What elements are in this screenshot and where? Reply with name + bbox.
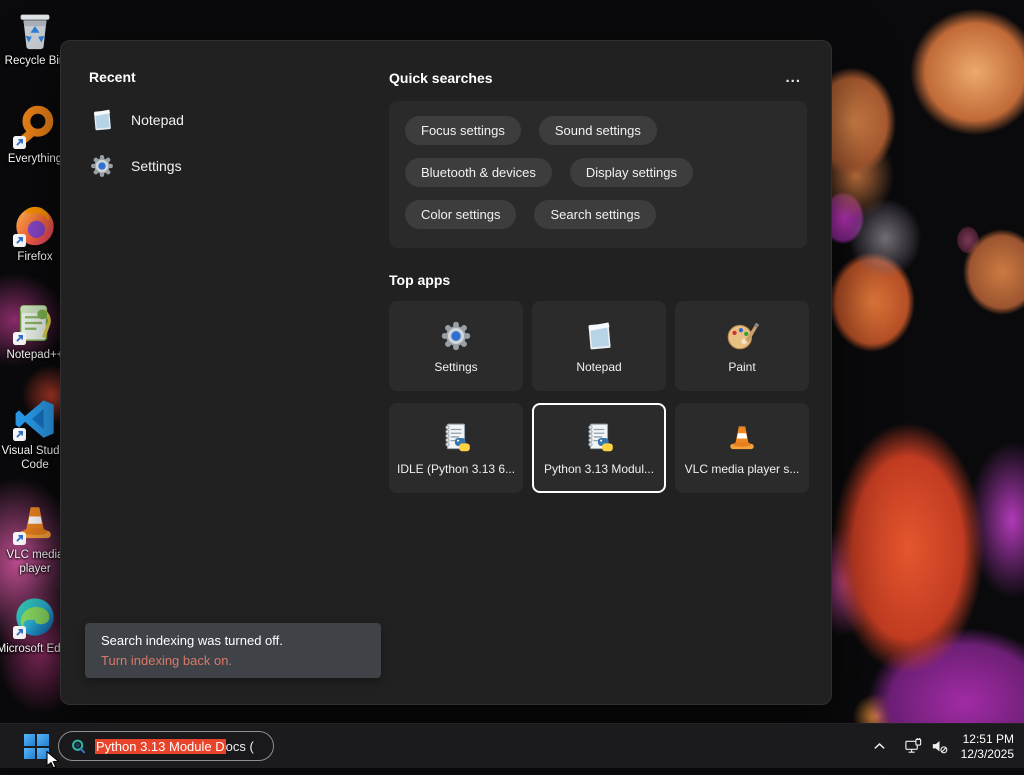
edge-icon [12, 594, 58, 640]
python-doc-icon [439, 421, 473, 455]
shortcut-arrow-icon [13, 428, 26, 441]
clock[interactable]: 12:51 PM 12/3/2025 [961, 732, 1014, 762]
top-app-tile-idle-python[interactable]: IDLE (Python 3.13 6... [389, 403, 523, 493]
search-icon [70, 738, 87, 755]
top-app-label: Paint [728, 359, 756, 374]
turn-indexing-on-link[interactable]: Turn indexing back on. [101, 653, 365, 668]
time-label: 12:51 PM [962, 731, 1014, 746]
top-app-tile-settings[interactable]: Settings [389, 301, 523, 391]
top-app-tile-notepad[interactable]: Notepad [532, 301, 666, 391]
top-app-label: IDLE (Python 3.13 6... [397, 461, 515, 476]
indexing-notice: Search indexing was turned off. Turn ind… [85, 623, 381, 678]
network-tray-button[interactable] [901, 733, 927, 761]
notepad-icon [582, 319, 616, 353]
recent-item-label: Notepad [131, 112, 184, 128]
shortcut-arrow-icon [13, 136, 26, 149]
vlc-cone-icon [725, 421, 759, 455]
quick-searches-title: Quick searches [389, 69, 493, 86]
quick-search-pill-focus-settings[interactable]: Focus settings [405, 116, 521, 145]
top-app-label: Settings [434, 359, 478, 374]
date-label: 12/3/2025 [960, 746, 1014, 761]
quick-search-pill-sound-settings[interactable]: Sound settings [538, 116, 657, 145]
python-doc-icon [582, 421, 616, 455]
more-options-button[interactable]: ... [779, 69, 807, 86]
shortcut-arrow-icon [13, 626, 26, 639]
network-icon [904, 737, 923, 756]
recent-item-notepad[interactable]: Notepad [89, 107, 369, 133]
recent-item-label: Settings [131, 158, 182, 174]
system-tray: 12:51 PM 12/3/2025 [867, 724, 1024, 769]
gear-icon [89, 153, 115, 179]
windows-logo-icon [23, 734, 49, 759]
indexing-notice-message: Search indexing was turned off. [101, 633, 283, 648]
recent-title: Recent [89, 69, 136, 85]
top-app-label: Notepad [576, 359, 622, 374]
quick-search-pill-color-settings[interactable]: Color settings [405, 200, 517, 229]
taskbar-search-input[interactable]: Python 3.13 Module Docs ( [58, 731, 274, 761]
shortcut-arrow-icon [13, 532, 26, 545]
selected-query-text: Python 3.13 Module D [95, 738, 226, 754]
top-apps-grid: Settings Notepad Paint IDLE (Python 3.13… [389, 301, 809, 493]
vscode-icon [12, 396, 58, 442]
shortcut-arrow-icon [13, 332, 26, 345]
notepad-plus-plus-icon [12, 300, 58, 346]
firefox-icon [12, 202, 58, 248]
vlc-cone-icon [12, 500, 58, 546]
quick-searches-header: Quick searches ... [389, 69, 807, 86]
recent-item-settings[interactable]: Settings [89, 153, 369, 179]
search-flyout-panel: Recent Notepad Settings Quick searches .… [60, 40, 832, 705]
quick-search-pill-display-settings[interactable]: Display settings [569, 158, 693, 187]
top-app-tile-python-module-docs[interactable]: Python 3.13 Modul... [532, 403, 666, 493]
top-app-label: VLC media player s... [684, 461, 800, 476]
paint-icon [725, 319, 759, 353]
search-query-text: Python 3.13 Module Docs ( [95, 738, 254, 754]
top-app-label: Python 3.13 Modul... [543, 461, 655, 476]
quick-searches-card: Focus settings Sound settings Bluetooth … [389, 101, 807, 248]
quick-search-pill-search-settings[interactable]: Search settings [534, 200, 657, 229]
gear-icon [439, 319, 473, 353]
quick-search-pill-bluetooth-devices[interactable]: Bluetooth & devices [405, 158, 552, 187]
top-apps-title: Top apps [389, 272, 451, 288]
shortcut-arrow-icon [13, 234, 26, 247]
unselected-query-text: ocs ( [225, 738, 254, 754]
recycle-bin-icon [12, 6, 58, 52]
volume-muted-icon [930, 737, 949, 756]
start-button[interactable] [16, 731, 56, 762]
notepad-icon [89, 107, 115, 133]
volume-tray-button[interactable] [927, 733, 953, 761]
recent-section: Recent Notepad Settings [89, 69, 369, 179]
top-app-tile-vlc[interactable]: VLC media player s... [675, 403, 809, 493]
hidden-icons-chevron-button[interactable] [867, 733, 893, 761]
everything-search-icon [12, 104, 58, 150]
chevron-up-icon [872, 739, 887, 754]
taskbar: Python 3.13 Module Docs ( 12:51 PM 12/3/… [0, 723, 1024, 768]
top-app-tile-paint[interactable]: Paint [675, 301, 809, 391]
